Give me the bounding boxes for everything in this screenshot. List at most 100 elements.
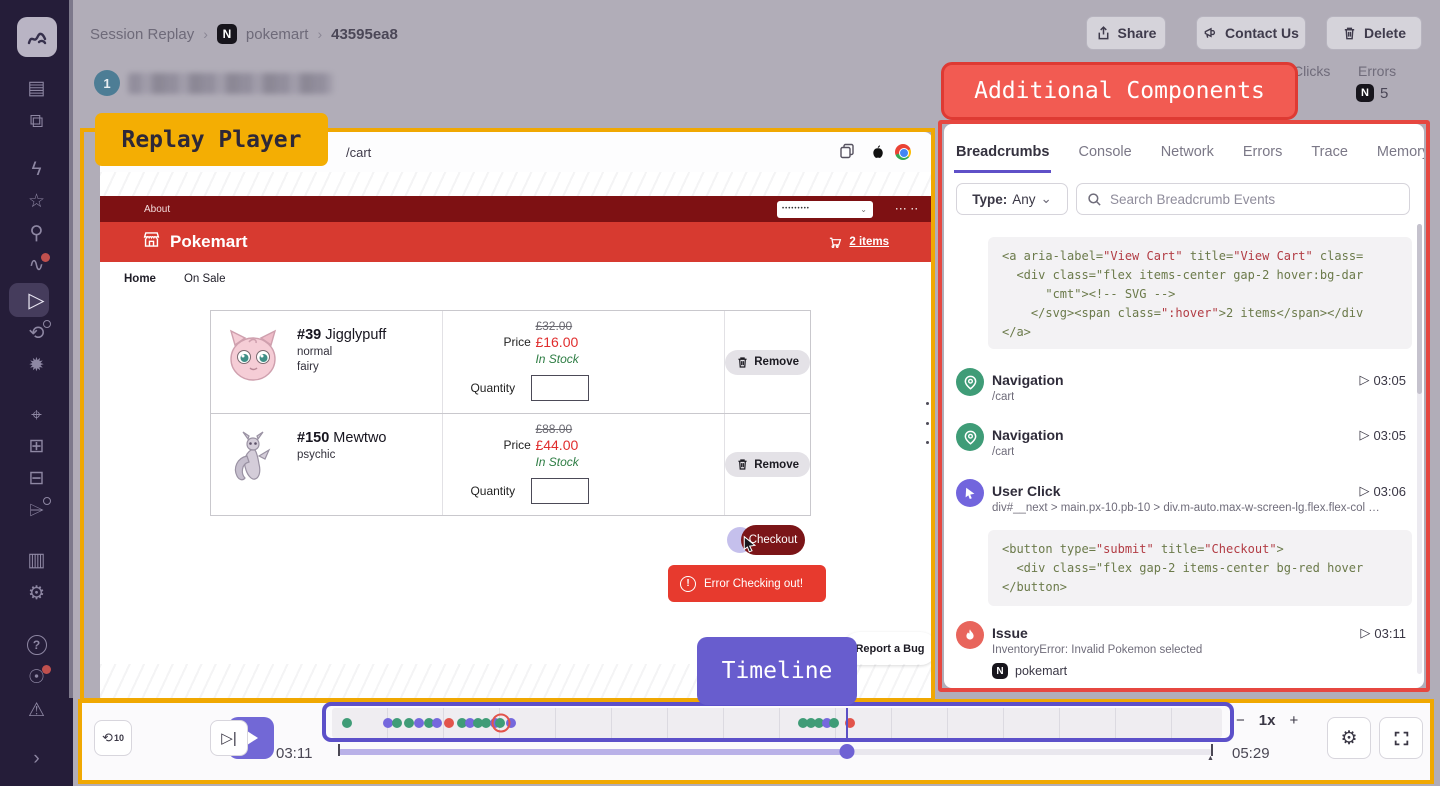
tab-network[interactable]: Network — [1159, 138, 1216, 173]
speed-minus-button[interactable]: − — [1236, 712, 1245, 729]
nav-onsale-link[interactable]: On Sale — [184, 273, 226, 285]
sidebar-item-activity[interactable]: ϟ — [0, 152, 73, 186]
timeline-event-dot-green[interactable] — [392, 718, 402, 728]
seek-bar[interactable] — [338, 749, 1212, 755]
site-brand[interactable]: Pokemart — [170, 232, 247, 252]
stock-status: In Stock — [535, 455, 578, 469]
panel-scrollbar[interactable] — [1417, 224, 1422, 674]
session-replay-app: ▤ ⧉ ϟ☆⚲∿▷ ⟲ ✹ ⌖ ⊞ ⊟ ⌲ ▥ ⚙?☉⚠ › Session Replay › N p… — [0, 0, 1440, 786]
quantity-input[interactable] — [531, 375, 589, 401]
remove-button[interactable]: Remove — [725, 350, 810, 375]
pokemon-type: psychic — [297, 449, 386, 461]
total-time: 05:29 — [1232, 745, 1270, 762]
logo-icon — [25, 25, 49, 49]
chevron-down-icon: ⌄ — [1040, 191, 1051, 207]
sidebar-item-help[interactable]: ? — [0, 628, 73, 662]
timeline-event-dot-green[interactable] — [342, 718, 352, 728]
sidebar-item-reports[interactable]: ▥ — [0, 543, 73, 577]
seek-handle[interactable] — [839, 744, 854, 759]
share-icon — [1096, 26, 1111, 41]
explore-icon: ⌖ — [31, 406, 42, 425]
data-store-icon: ⊟ — [29, 469, 45, 488]
sidebar-item-settings[interactable]: ⚙ — [0, 576, 73, 610]
error-toast: ! Error Checking out! — [668, 565, 826, 602]
sidebar-item-broadcast[interactable]: ☉ — [0, 660, 73, 694]
tab-console[interactable]: Console — [1076, 138, 1133, 173]
sidebar-item-dashboards[interactable]: ⊞ — [0, 429, 73, 463]
tab-breadcrumbs[interactable]: Breadcrumbs — [954, 138, 1051, 173]
sidebar-item-history[interactable]: ⟲ — [0, 316, 73, 350]
mouse-cursor-icon — [742, 535, 760, 553]
copy-url-icon[interactable] — [839, 143, 855, 162]
sidebar-scrollbar[interactable] — [69, 0, 73, 698]
map-pin-icon — [956, 368, 984, 396]
tab-trace[interactable]: Trace — [1309, 138, 1350, 173]
site-header: Pokemart 2 items — [100, 222, 933, 262]
sidebar-item-toolbar[interactable]: ⚲ — [0, 216, 73, 250]
quantity-input[interactable] — [531, 478, 589, 504]
breadcrumb-root[interactable]: Session Replay — [90, 26, 194, 43]
type-filter-dropdown[interactable]: Type: Any ⌄ — [956, 183, 1068, 215]
rewind-10s-button[interactable]: ⟲10 — [94, 720, 132, 756]
sidebar-item-alerts[interactable]: ✹ — [0, 348, 73, 382]
sidebar-item-session-replay[interactable]: ▷ — [0, 283, 73, 317]
timeline-event-dot-green[interactable] — [829, 718, 839, 728]
trash-icon — [1342, 26, 1357, 41]
timeline-event-dot-purple[interactable] — [414, 718, 424, 728]
settings-icon: ⚙ — [28, 584, 45, 603]
sidebar-item-campaigns[interactable]: ⌲ — [0, 493, 73, 527]
sale-price: £44.00 — [535, 437, 578, 453]
history-icon: ⟲ — [29, 324, 45, 343]
sidebar-item-favorites[interactable]: ☆ — [0, 184, 73, 218]
inbox-icon: ▤ — [28, 79, 46, 98]
reports-icon: ▥ — [28, 551, 46, 570]
clicks-stat-label: Clicks — [1293, 63, 1330, 79]
report-bug-button[interactable]: Report a Bug — [843, 632, 933, 665]
person-name-redacted[interactable] — [128, 73, 333, 94]
nav-home-link[interactable]: Home — [124, 273, 156, 285]
fullscreen-button[interactable] — [1379, 717, 1423, 759]
pokemon-type: normal — [297, 346, 386, 358]
cart-link[interactable]: 2 items — [828, 235, 889, 250]
share-button[interactable]: Share — [1086, 16, 1166, 50]
posthog-logo[interactable] — [17, 17, 57, 57]
remove-button[interactable]: Remove — [725, 452, 810, 477]
speed-plus-button[interactable]: + — [1289, 712, 1298, 729]
timeline-playhead[interactable] — [846, 708, 848, 738]
skip-to-end-button[interactable]: ▷| — [210, 720, 248, 756]
errors-stat: N 5 — [1356, 84, 1388, 102]
sidebar-item-expand[interactable]: › — [0, 741, 73, 775]
tab-errors[interactable]: Errors — [1241, 138, 1284, 173]
site-about-link[interactable]: About — [144, 204, 170, 215]
sidebar-item-data-store[interactable]: ⊟ — [0, 461, 73, 495]
sidebar-item-explore[interactable]: ⌖ — [0, 398, 73, 432]
player-settings-button[interactable]: ⚙ — [1327, 717, 1371, 759]
timeline-event-dot-purple[interactable] — [432, 718, 442, 728]
additional-components-annotation-label: Additional Components — [941, 62, 1298, 120]
timeline-event-dot-red[interactable] — [444, 718, 454, 728]
breadcrumb-search[interactable] — [1076, 183, 1410, 215]
fullscreen-icon — [1393, 730, 1410, 747]
code-snippet-checkout: <button type="submit" title="Checkout"> … — [988, 530, 1412, 606]
event-timeline-strip[interactable] — [332, 708, 1222, 738]
site-nav: Home On Sale — [100, 262, 933, 296]
current-time: 03:11 — [276, 745, 312, 762]
site-password-select[interactable]: •••••••••⌄ — [777, 201, 873, 218]
person-badge[interactable]: 1 — [94, 70, 120, 96]
contact-us-button[interactable]: Contact Us — [1196, 16, 1306, 50]
breadcrumb: Session Replay › N pokemart › 43595ea8 — [90, 24, 398, 44]
sidebar-item-warning[interactable]: ⚠ — [0, 693, 73, 727]
breadcrumb-project[interactable]: pokemart — [246, 26, 309, 43]
expand-icon: › — [33, 749, 39, 768]
delete-button[interactable]: Delete — [1326, 16, 1422, 50]
sidebar-item-code-folder[interactable]: ⧉ — [0, 104, 73, 138]
marker-triangle-icon: ▲ — [1207, 755, 1214, 762]
sidebar-item-trends[interactable]: ∿ — [0, 248, 73, 282]
sidebar-item-inbox[interactable]: ▤ — [0, 71, 73, 105]
tab-memory[interactable]: Memory — [1375, 138, 1424, 173]
panel-resize-handle[interactable] — [924, 402, 930, 444]
seek-bar-fill — [338, 749, 847, 755]
stock-status: In Stock — [535, 352, 578, 366]
search-input[interactable] — [1110, 192, 1390, 207]
timeline-event-dot-green[interactable] — [404, 718, 414, 728]
